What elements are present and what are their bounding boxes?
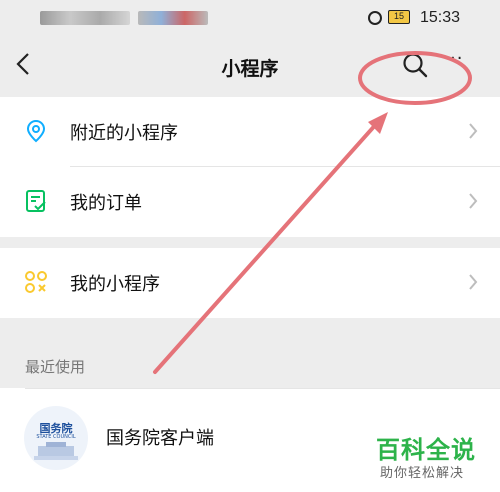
annotation-circle bbox=[358, 51, 472, 105]
annotation-overlay bbox=[153, 51, 472, 374]
annotation-arrow-line bbox=[153, 120, 380, 374]
